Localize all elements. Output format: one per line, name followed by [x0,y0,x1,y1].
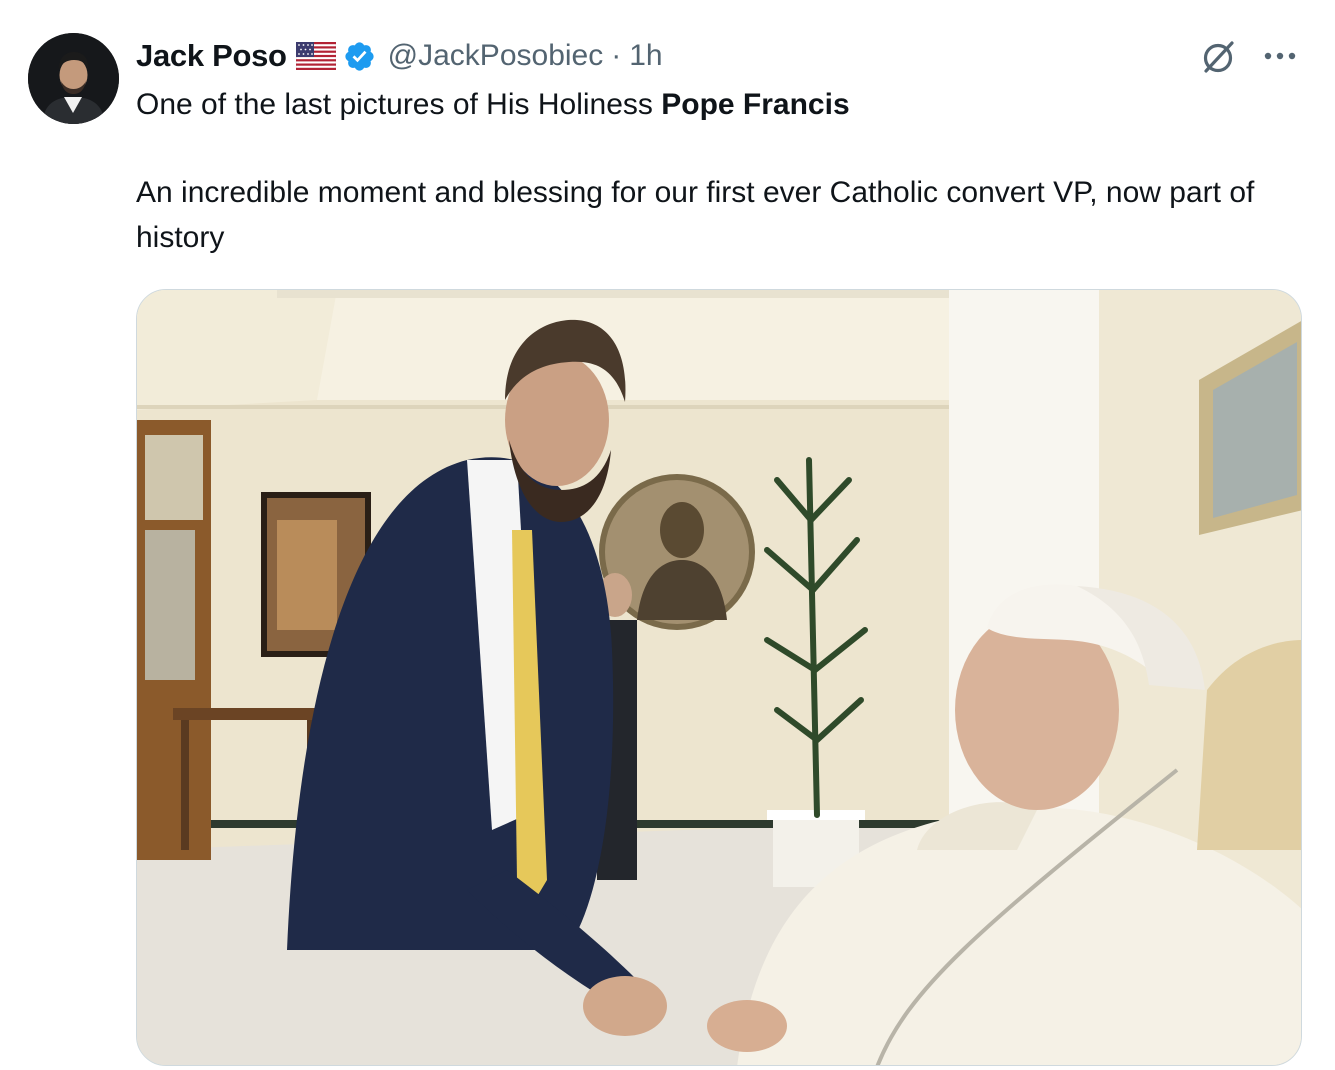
tweet-text-bold: Pope Francis [661,88,850,121]
separator-dot: · [611,39,622,72]
handle[interactable]: @JackPosobiec [388,39,604,73]
avatar-image [28,33,119,124]
grok-icon [1203,41,1234,73]
avatar[interactable] [28,33,119,124]
verified-badge-icon[interactable] [343,40,376,73]
tweet-text-line1: One of the last pictures of His Holiness… [136,82,1306,127]
more-button[interactable] [1259,38,1301,74]
us-flag-icon [295,41,336,71]
grok-button[interactable] [1197,35,1241,79]
tweet-header: Jack Poso @JackPosobiec · 1h [136,36,663,76]
tweet-text-paragraph: An incredible moment and blessing for ou… [136,176,1255,254]
more-icon [1264,52,1296,60]
tweet-text-prefix: One of the last pictures of His Holiness [136,88,662,121]
timestamp[interactable]: 1h [629,39,662,73]
tweet-photo[interactable] [136,289,1302,1066]
display-name[interactable]: Jack Poso [136,38,287,74]
tweet[interactable]: Jack Poso @JackPosobiec · 1h One of the … [0,0,1335,1070]
photo-image [137,290,1301,1065]
